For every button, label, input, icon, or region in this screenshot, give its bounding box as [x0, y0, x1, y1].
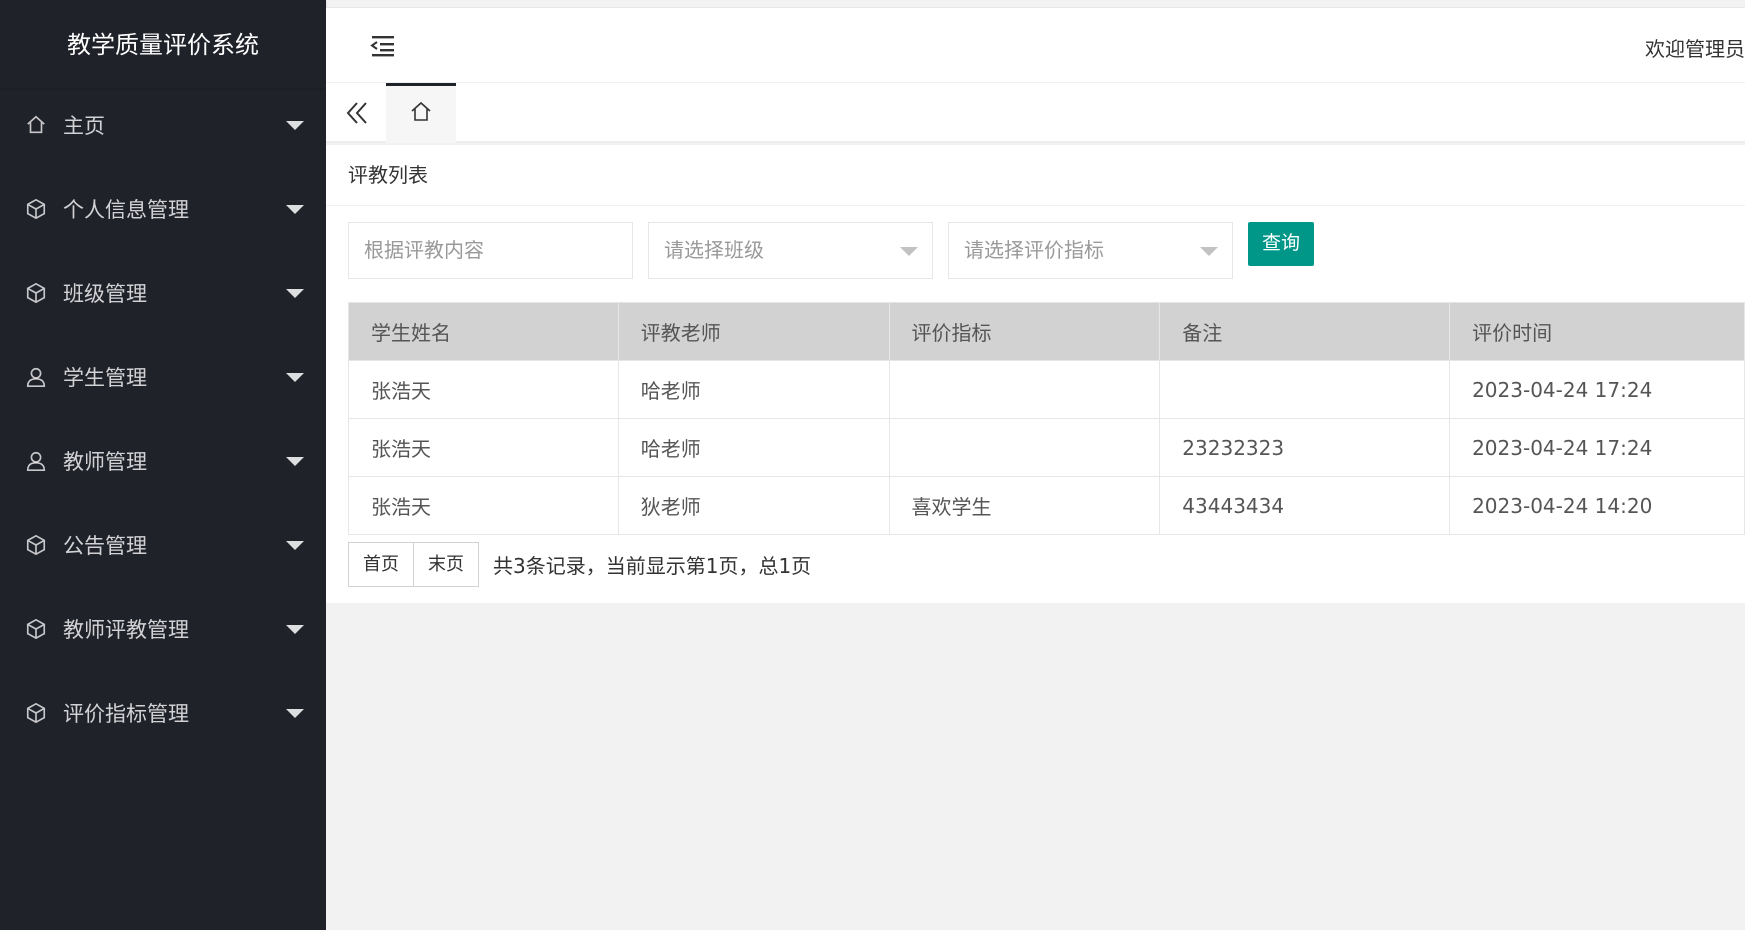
- sidebar-item-label: 主页: [63, 114, 105, 138]
- sidebar: 教学质量评价系统 主页 个人信息管理 班级管理 学生管理 教师管理 公告管理 教…: [0, 0, 326, 930]
- cube-icon: [25, 618, 47, 640]
- caret-down-icon: [286, 709, 304, 718]
- table-row[interactable]: 张浩天 狄老师 喜欢学生 43443434 2023-04-24 14:20: [348, 476, 1745, 535]
- caret-down-icon: [286, 205, 304, 214]
- caret-down-icon: [1200, 247, 1218, 256]
- table-cell: 哈老师: [617, 418, 890, 477]
- sidebar-item-label: 评价指标管理: [63, 702, 189, 726]
- sidebar-item-label: 公告管理: [63, 534, 147, 558]
- sidebar-item-teacher[interactable]: 教师管理: [0, 431, 326, 491]
- sidebar-item-class[interactable]: 班级管理: [0, 263, 326, 323]
- column-header: 备注: [1159, 302, 1451, 361]
- last-page-button[interactable]: 末页: [414, 542, 479, 587]
- column-header: 评价时间: [1449, 302, 1745, 361]
- top-header: 欢迎管理员: [326, 7, 1745, 83]
- table-cell: 张浩天: [348, 360, 619, 419]
- table-header-row: 学生姓名 评教老师 评价指标 备注 评价时间: [348, 302, 1745, 361]
- user-icon: [25, 366, 47, 388]
- class-select[interactable]: 请选择班级: [648, 222, 933, 279]
- sidebar-item-student[interactable]: 学生管理: [0, 347, 326, 407]
- user-icon: [25, 450, 47, 472]
- app-title: 教学质量评价系统: [0, 0, 326, 88]
- table-cell: [1159, 360, 1451, 419]
- double-chevron-left-icon[interactable]: [344, 99, 370, 127]
- table-row[interactable]: 张浩天 哈老师 2023-04-24 17:24: [348, 360, 1745, 419]
- cube-icon: [25, 282, 47, 304]
- sidebar-item-label: 班级管理: [63, 282, 147, 306]
- table-cell: 张浩天: [348, 476, 619, 535]
- table-cell: 2023-04-24 17:24: [1449, 360, 1745, 419]
- welcome-text[interactable]: 欢迎管理员: [1645, 33, 1745, 62]
- caret-down-icon: [286, 457, 304, 466]
- table-row[interactable]: 张浩天 哈老师 23232323 2023-04-24 17:24: [348, 418, 1745, 477]
- home-icon: [25, 114, 47, 136]
- search-input[interactable]: 根据评教内容: [348, 222, 633, 279]
- home-icon: [411, 101, 431, 121]
- caret-down-icon: [286, 289, 304, 298]
- table-cell: 哈老师: [617, 360, 890, 419]
- menu-collapse-icon[interactable]: [370, 34, 396, 58]
- table-cell: 喜欢学生: [888, 476, 1161, 535]
- table-cell: 2023-04-24 14:20: [1449, 476, 1745, 535]
- caret-down-icon: [286, 121, 304, 130]
- sidebar-item-label: 教师管理: [63, 450, 147, 474]
- sidebar-item-home[interactable]: 主页: [0, 95, 326, 155]
- table-cell: 2023-04-24 17:24: [1449, 418, 1745, 477]
- column-header: 评价指标: [888, 302, 1161, 361]
- table-cell: 23232323: [1159, 418, 1451, 477]
- pagination: 首页 末页 共3条记录，当前显示第1页，总1页: [348, 542, 811, 587]
- table-cell: 狄老师: [617, 476, 890, 535]
- sidebar-item-label: 教师评教管理: [63, 618, 189, 642]
- sidebar-item-label: 个人信息管理: [63, 198, 189, 222]
- tab-bar: [326, 83, 1745, 143]
- table-cell: 43443434: [1159, 476, 1451, 535]
- app-root: 教学质量评价系统 主页 个人信息管理 班级管理 学生管理 教师管理 公告管理 教…: [0, 0, 1745, 930]
- class-select-placeholder: 请选择班级: [664, 238, 764, 262]
- cube-icon: [25, 702, 47, 724]
- first-page-button[interactable]: 首页: [348, 542, 414, 587]
- column-header: 评教老师: [617, 302, 890, 361]
- cube-icon: [25, 534, 47, 556]
- pagination-info: 共3条记录，当前显示第1页，总1页: [493, 554, 812, 578]
- sidebar-item-evaluation[interactable]: 教师评教管理: [0, 599, 326, 659]
- tab-home[interactable]: [386, 83, 456, 143]
- sidebar-item-notice[interactable]: 公告管理: [0, 515, 326, 575]
- caret-down-icon: [286, 373, 304, 382]
- indicator-select-placeholder: 请选择评价指标: [964, 238, 1104, 262]
- table-cell: [888, 418, 1161, 477]
- sidebar-item-indicator[interactable]: 评价指标管理: [0, 683, 326, 743]
- caret-down-icon: [286, 625, 304, 634]
- sidebar-item-personal-info[interactable]: 个人信息管理: [0, 179, 326, 239]
- evaluation-list-card: 评教列表 根据评教内容 请选择班级 请选择评价指标 查询 学生姓名 评教老师 评…: [326, 145, 1745, 603]
- caret-down-icon: [286, 541, 304, 550]
- table-cell: 张浩天: [348, 418, 619, 477]
- column-header: 学生姓名: [348, 302, 619, 361]
- cube-icon: [25, 198, 47, 220]
- indicator-select[interactable]: 请选择评价指标: [948, 222, 1233, 279]
- evaluation-table: 学生姓名 评教老师 评价指标 备注 评价时间 张浩天 哈老师 2023-04-2…: [348, 302, 1745, 535]
- caret-down-icon: [900, 247, 918, 256]
- page-title: 评教列表: [326, 145, 1745, 206]
- query-button[interactable]: 查询: [1248, 222, 1314, 266]
- table-cell: [888, 360, 1161, 419]
- sidebar-item-label: 学生管理: [63, 366, 147, 390]
